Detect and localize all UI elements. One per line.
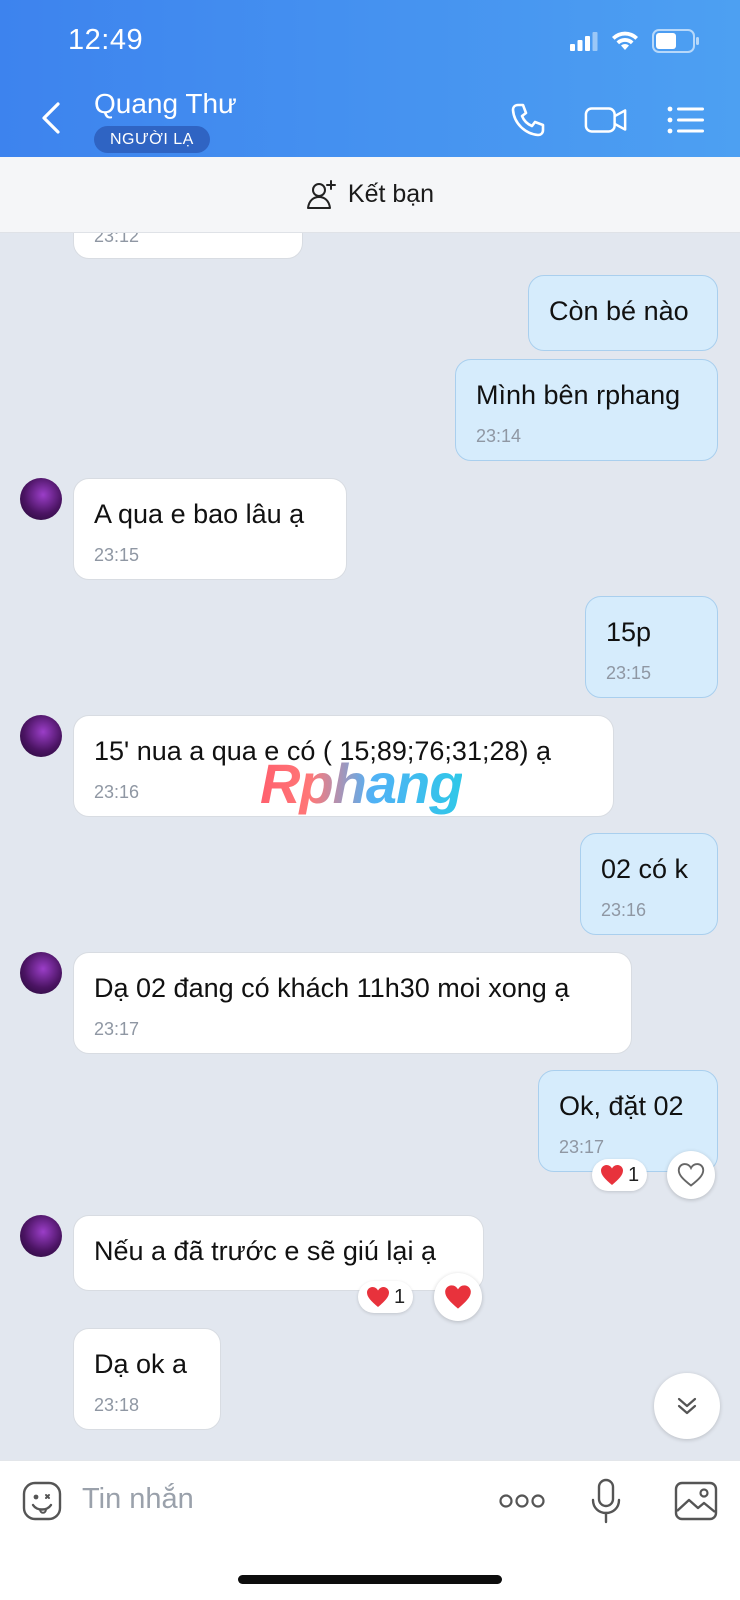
back-chevron-icon xyxy=(42,102,60,134)
message-time: 23:15 xyxy=(606,663,652,683)
heart-icon xyxy=(367,1287,389,1307)
back-button[interactable] xyxy=(34,98,70,138)
message-bubble-incoming[interactable]: 23:12 xyxy=(73,233,303,259)
home-indicator xyxy=(238,1575,502,1584)
message-text: A qua e bao lâu ạ xyxy=(94,499,305,529)
reaction-button[interactable] xyxy=(434,1273,482,1321)
chat-header: 12:49 Quang Thư NGƯỜI LẠ xyxy=(0,0,740,157)
more-button[interactable] xyxy=(498,1477,546,1525)
battery-icon xyxy=(652,29,699,53)
message-bubble-outgoing[interactable]: 02 có k 23:16 xyxy=(580,833,718,935)
add-user-icon xyxy=(306,179,336,209)
message-time: 23:14 xyxy=(476,426,522,446)
double-chevron-down-icon xyxy=(677,1397,697,1415)
reaction-count[interactable]: 1 xyxy=(358,1281,414,1313)
reaction-count[interactable]: 1 xyxy=(592,1159,648,1191)
phone-icon xyxy=(511,103,545,137)
contact-avatar[interactable] xyxy=(20,952,62,994)
message-text: Còn bé nào xyxy=(549,296,689,326)
add-friend-button[interactable]: Kết bạn xyxy=(0,157,740,233)
message-time: 23:16 xyxy=(94,782,140,802)
video-call-button[interactable] xyxy=(584,98,628,142)
message-bubble-incoming[interactable]: Nếu a đã trước e sẽ giú lại ạ xyxy=(73,1215,484,1291)
message-text: Ok, đặt 02 xyxy=(559,1091,684,1121)
reaction-button[interactable] xyxy=(667,1151,715,1199)
message-bubble-incoming[interactable]: A qua e bao lâu ạ 23:15 xyxy=(73,478,347,580)
contact-avatar[interactable] xyxy=(20,715,62,757)
contact-name[interactable]: Quang Thư xyxy=(94,88,237,120)
add-friend-label: Kết bạn xyxy=(347,180,435,208)
message-text: 02 có k xyxy=(601,854,689,884)
message-input[interactable]: Tin nhắn xyxy=(82,1483,194,1516)
message-text: 15p xyxy=(606,617,652,647)
voice-button[interactable] xyxy=(582,1477,630,1525)
wifi-icon xyxy=(612,31,638,50)
menu-list-icon xyxy=(667,106,704,134)
message-time: 23:12 xyxy=(94,233,140,246)
message-time: 23:16 xyxy=(601,900,647,920)
message-time: 23:18 xyxy=(94,1395,140,1415)
image-icon xyxy=(674,1481,718,1521)
reaction-count-value: 1 xyxy=(394,1285,406,1308)
watermark-logo: Rphang xyxy=(260,752,463,815)
sticker-button[interactable] xyxy=(18,1477,66,1525)
stranger-badge: NGƯỜI LẠ xyxy=(94,126,210,153)
contact-avatar[interactable] xyxy=(20,478,62,520)
more-icon xyxy=(499,1494,545,1508)
signal-icon xyxy=(570,32,598,51)
heart-icon xyxy=(445,1285,471,1309)
menu-button[interactable] xyxy=(664,98,708,142)
message-bubble-outgoing[interactable]: Mình bên rphang 23:14 xyxy=(455,359,718,461)
reaction-count-value: 1 xyxy=(628,1163,640,1186)
message-list[interactable]: 23:12 Còn bé nào Mình bên rphang 23:14 A… xyxy=(0,233,740,1460)
message-bubble-outgoing[interactable]: 15p 23:15 xyxy=(585,596,718,698)
heart-outline-icon xyxy=(677,1163,705,1187)
heart-icon xyxy=(601,1165,623,1185)
message-text: Dạ ok a xyxy=(94,1349,188,1379)
message-bubble-outgoing[interactable]: Còn bé nào xyxy=(528,275,718,351)
message-bubble-incoming[interactable]: Dạ 02 đang có khách 11h30 moi xong ạ 23:… xyxy=(73,952,632,1054)
message-input-bar: Tin nhắn xyxy=(0,1460,740,1600)
message-bubble-incoming[interactable]: Dạ ok a 23:18 xyxy=(73,1328,221,1430)
call-button[interactable] xyxy=(506,98,550,142)
message-time: 23:17 xyxy=(559,1137,605,1157)
video-call-icon xyxy=(584,107,627,133)
message-text: Dạ 02 đang có khách 11h30 moi xong ạ xyxy=(94,973,570,1003)
message-text: Mình bên rphang xyxy=(476,380,681,410)
scroll-to-bottom-button[interactable] xyxy=(654,1373,720,1439)
message-time: 23:15 xyxy=(94,545,140,565)
status-time: 12:49 xyxy=(68,24,144,56)
microphone-icon xyxy=(591,1478,621,1524)
status-icons xyxy=(570,28,700,54)
image-button[interactable] xyxy=(672,1477,720,1525)
sticker-icon xyxy=(22,1481,62,1521)
message-time: 23:17 xyxy=(94,1019,140,1039)
message-text: Nếu a đã trước e sẽ giú lại ạ xyxy=(94,1236,436,1266)
contact-avatar[interactable] xyxy=(20,1215,62,1257)
